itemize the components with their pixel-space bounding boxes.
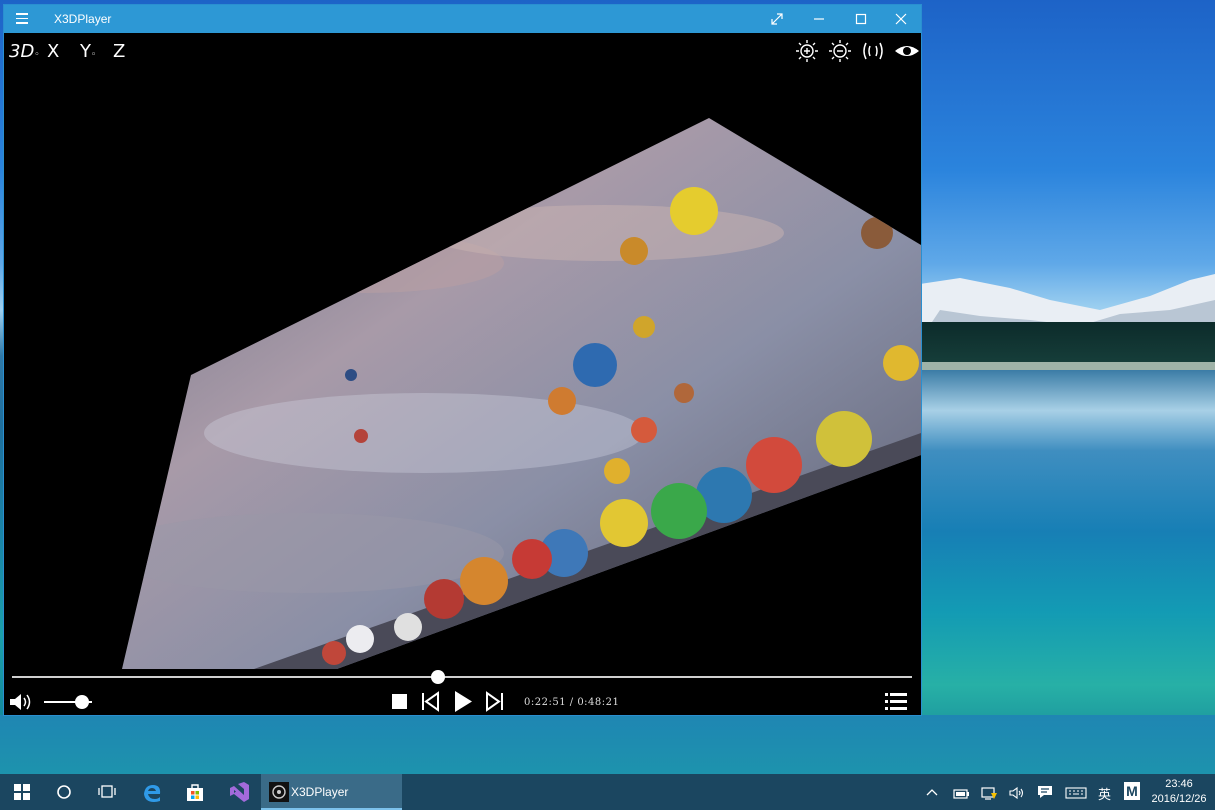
taskbar: X3DPlayer 英 M 23:46 2016/12/26 <box>0 774 1215 810</box>
title-bar[interactable]: X3DPlayer <box>4 5 921 33</box>
action-center-icon[interactable] <box>1036 774 1058 810</box>
playback-controls: 0:22:51 / 0:48:21 <box>4 669 921 715</box>
ime-language-indicator[interactable]: 英 <box>1098 784 1111 803</box>
visual-studio-icon[interactable] <box>216 774 260 810</box>
video-frame <box>122 118 921 669</box>
taskbar-clock[interactable]: 23:46 2016/12/26 <box>1148 777 1210 807</box>
clock-date: 2016/12/26 <box>1151 793 1207 805</box>
shoreline <box>920 362 1215 370</box>
taskbar-app-label: X3DPlayer <box>291 785 349 799</box>
minimize-icon[interactable] <box>798 5 840 33</box>
video-viewport[interactable]: 3D◦ X Y◦ Z <box>4 33 921 669</box>
taskbar-app-x3dplayer[interactable]: X3DPlayer <box>261 774 402 810</box>
surround-icon[interactable] <box>861 39 885 63</box>
chevron-up-icon[interactable] <box>925 774 945 810</box>
3d-mode-button[interactable]: 3D◦ <box>9 41 40 62</box>
keyboard-icon[interactable] <box>1065 774 1091 810</box>
seek-bar[interactable] <box>12 676 912 678</box>
treeline <box>920 322 1215 364</box>
player-window: X3DPlayer 3D◦ X Y◦ Z 0:22:51 / 0:48:21 <box>3 4 922 716</box>
play-icon[interactable] <box>450 689 474 713</box>
axis-y-button[interactable]: Y◦ <box>80 41 96 62</box>
total-time: 0:48:21 <box>577 697 620 708</box>
lake-image <box>920 370 1215 774</box>
axis-z-button[interactable]: Z <box>113 41 125 62</box>
ime-mode-indicator[interactable]: M <box>1124 782 1140 800</box>
axis-y-label: Y <box>80 41 91 62</box>
next-icon[interactable] <box>483 689 507 713</box>
window-title: X3DPlayer <box>54 12 112 26</box>
speaker-icon[interactable] <box>8 691 34 713</box>
time-display: 0:22:51 / 0:48:21 <box>524 697 619 708</box>
battery-icon[interactable] <box>952 774 974 810</box>
axis-x-button[interactable]: X <box>47 41 59 62</box>
close-icon[interactable] <box>880 5 922 33</box>
stop-icon[interactable] <box>387 689 411 713</box>
brightness-plus-icon[interactable] <box>795 39 819 63</box>
store-icon[interactable] <box>173 774 217 810</box>
x3dplayer-icon <box>269 782 289 802</box>
time-separator: / <box>569 697 574 708</box>
task-view-icon[interactable] <box>85 774 129 810</box>
cortana-icon[interactable] <box>42 774 86 810</box>
volume-thumb[interactable] <box>75 695 90 709</box>
playlist-icon[interactable] <box>884 691 908 713</box>
previous-icon[interactable] <box>418 689 442 713</box>
eye-icon[interactable] <box>893 39 921 63</box>
clock-time: 23:46 <box>1165 778 1193 790</box>
edge-browser-icon[interactable] <box>129 774 173 810</box>
current-time: 0:22:51 <box>524 697 567 708</box>
volume-tray-icon[interactable] <box>1008 774 1030 810</box>
maximize-icon[interactable] <box>840 5 882 33</box>
windows-start-icon[interactable] <box>0 774 44 810</box>
expand-icon[interactable] <box>756 5 798 33</box>
network-icon[interactable] <box>980 774 1002 810</box>
3d-mode-indicator: ◦ <box>34 50 40 60</box>
brightness-minus-icon[interactable] <box>828 39 852 63</box>
axis-y-indicator: ◦ <box>91 50 97 60</box>
seek-thumb[interactable] <box>430 670 445 684</box>
3d-mode-label: 3D <box>9 41 35 62</box>
hamburger-icon[interactable] <box>14 10 34 28</box>
lake-water <box>0 715 1215 774</box>
